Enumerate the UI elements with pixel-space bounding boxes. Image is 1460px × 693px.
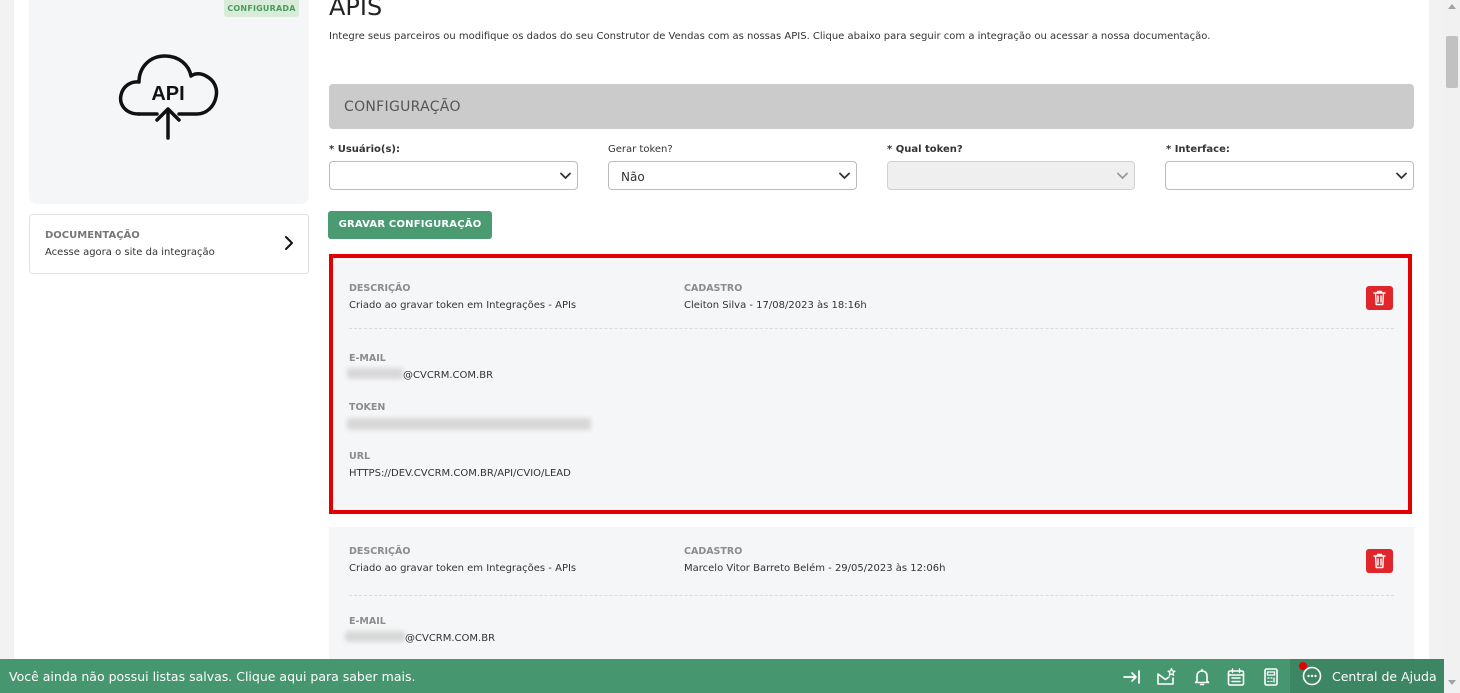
token-card: DESCRIÇÃO Criado ao gravar token em Inte…: [329, 254, 1412, 514]
url-label: URL: [349, 451, 371, 462]
saved-lists-message[interactable]: Você ainda não possui listas salvas. Cli…: [9, 669, 415, 684]
description-value: Criado ao gravar token em Integrações - …: [349, 563, 577, 574]
page-title: APIS: [329, 0, 383, 21]
divider: [349, 595, 1394, 596]
scrollbar-thumb[interactable]: [1446, 36, 1458, 88]
email-value: @CVCRM.COM.BR: [403, 370, 494, 381]
api-icon-text: API: [151, 83, 184, 105]
chevron-down-icon: [1396, 172, 1407, 180]
chevron-right-icon: [285, 236, 293, 250]
users-select[interactable]: [329, 161, 578, 190]
footer-bar: Você ainda não possui listas salvas. Cli…: [0, 659, 1444, 693]
interface-label: * Interface:: [1166, 144, 1230, 155]
save-config-button[interactable]: GRAVAR CONFIGURAÇÃO: [328, 211, 492, 239]
api-integration-card: CONFIGURADA API: [29, 0, 309, 204]
delete-token-button[interactable]: [1366, 286, 1393, 310]
scrollbar[interactable]: [1444, 0, 1460, 693]
users-label: * Usuário(s):: [329, 144, 400, 155]
redacted-email: [347, 368, 403, 379]
trash-icon: [1373, 290, 1386, 306]
redacted-email: [345, 631, 405, 642]
registration-value: Marcelo Vitor Barreto Belém - 29/05/2023…: [684, 563, 946, 574]
email-label: E-MAIL: [349, 353, 386, 364]
trash-icon: [1373, 553, 1386, 569]
registration-label: CADASTRO: [684, 546, 743, 557]
documentation-link[interactable]: DOCUMENTAÇÃO Acesse agora o site da inte…: [29, 214, 309, 274]
page-subtitle: Integre seus parceiros ou modifique os d…: [329, 31, 1211, 42]
which-token-select[interactable]: [887, 161, 1135, 190]
generate-token-select[interactable]: Não: [608, 161, 857, 190]
help-center-button[interactable]: Central de Ajuda: [1290, 659, 1444, 693]
token-card: DESCRIÇÃO Criado ao gravar token em Inte…: [329, 527, 1414, 659]
scroll-down-icon[interactable]: [1448, 680, 1456, 685]
config-section-header: CONFIGURAÇÃO: [329, 84, 1414, 129]
notification-dot: [1299, 662, 1307, 670]
mail-star-icon[interactable]: [1156, 667, 1176, 687]
expand-icon[interactable]: [1122, 667, 1142, 687]
calendar-icon[interactable]: [1226, 667, 1246, 687]
divider: [349, 328, 1394, 329]
config-section-title: CONFIGURAÇÃO: [344, 99, 461, 115]
description-label: DESCRIÇÃO: [349, 283, 411, 294]
interface-select[interactable]: [1165, 161, 1414, 190]
description-label: DESCRIÇÃO: [349, 546, 411, 557]
doc-title: DOCUMENTAÇÃO: [45, 230, 140, 241]
registration-value: Cleiton Silva - 17/08/2023 às 18:16h: [684, 300, 867, 311]
chevron-down-icon: [560, 172, 571, 180]
email-label: E-MAIL: [349, 616, 386, 627]
generate-token-value: Não: [621, 170, 645, 184]
status-badge: CONFIGURADA: [224, 0, 299, 17]
delete-token-button[interactable]: [1366, 549, 1393, 573]
bell-icon[interactable]: [1192, 667, 1212, 687]
email-value: @CVCRM.COM.BR: [405, 633, 496, 644]
description-value: Criado ao gravar token em Integrações - …: [349, 300, 577, 311]
registration-label: CADASTRO: [684, 283, 743, 294]
chevron-down-icon: [839, 172, 850, 180]
cloud-upload-icon: API: [118, 54, 219, 140]
url-value: HTTPS://DEV.CVCRM.COM.BR/API/CVIO/LEAD: [349, 468, 571, 479]
scroll-up-icon[interactable]: [1448, 4, 1456, 9]
generate-token-label: Gerar token?: [608, 144, 673, 155]
token-label: TOKEN: [349, 402, 386, 413]
which-token-label: * Qual token?: [887, 144, 963, 155]
help-center-label: Central de Ajuda: [1332, 669, 1437, 684]
chevron-down-icon: [1117, 172, 1128, 180]
redacted-token: [347, 418, 591, 430]
calculator-icon[interactable]: [1261, 667, 1281, 687]
doc-subtitle: Acesse agora o site da integração: [45, 247, 215, 258]
